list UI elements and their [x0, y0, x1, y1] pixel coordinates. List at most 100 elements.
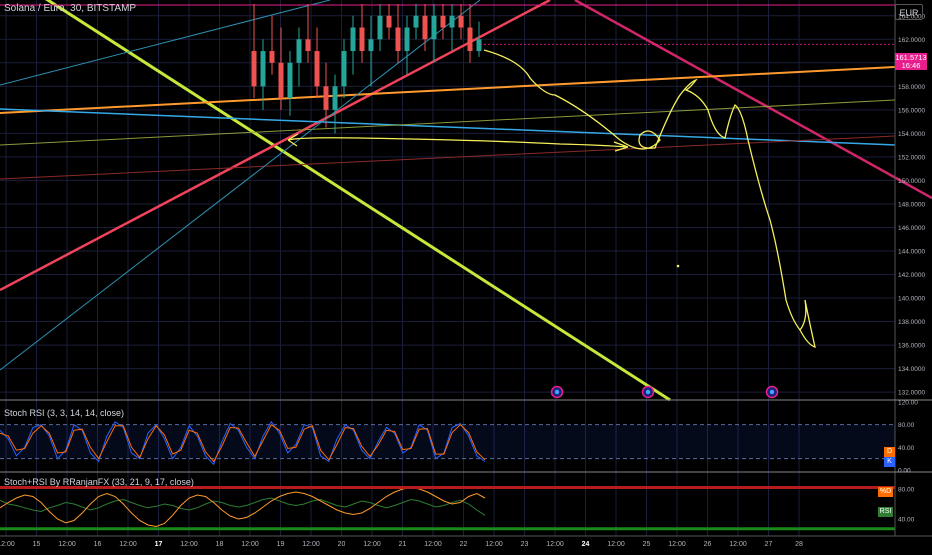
candle-body [278, 62, 284, 99]
axes: 12:00 15 12:00 16 12:00 17 12:00 18 12:00 19 12:00… [0, 0, 932, 548]
candle-body [332, 86, 338, 110]
candle-body [287, 62, 293, 99]
stoch-rsi-pane [0, 420, 895, 466]
x-tick-label: 12:00 [0, 541, 15, 548]
y-tick-label: 154.0000 [898, 131, 925, 138]
y-tick-label: 136.0000 [898, 343, 925, 350]
candle-body [467, 27, 473, 52]
indicator-band [0, 488, 895, 529]
trend-lines [0, 0, 932, 402]
trend-line-orange [0, 66, 896, 114]
y-tick-label: 158.0000 [898, 84, 925, 91]
candle-body [386, 15, 392, 28]
indicator-tick-label: 0.00 [898, 468, 911, 475]
stoch-rsi-title[interactable]: Stoch RSI (3, 3, 14, 14, close) [4, 408, 124, 418]
legend-rsi-badge: RSI [878, 507, 893, 517]
x-tick-label: 26 [704, 541, 712, 548]
indicator-tick-label: 80.00 [898, 487, 915, 494]
trend-line-crimson-falling [574, 0, 932, 200]
indicator-tick-label: 40.00 [898, 445, 915, 452]
candle-body [269, 51, 275, 63]
candle-body [359, 27, 365, 52]
y-tick-label: 140.0000 [898, 296, 925, 303]
x-tick-label: 18 [216, 541, 224, 548]
x-tick-label: 12:00 [668, 541, 686, 548]
trend-line-maroon [0, 135, 896, 180]
candle-body [341, 51, 347, 87]
y-tick-label: 142.0000 [898, 272, 925, 279]
candle-body [431, 15, 437, 40]
legend-k-badge: K [884, 457, 895, 467]
x-tick-label: 12:00 [180, 541, 198, 548]
legend-pd-badge: %D [878, 487, 893, 497]
stoch-rsi-ranjan-pane [0, 486, 895, 531]
channel-line-teal-2 [0, 0, 481, 371]
y-tick-label: 162.0000 [898, 37, 925, 44]
candle-body [296, 39, 302, 63]
x-tick-label: 12:00 [363, 541, 381, 548]
x-tick-label: 22 [460, 541, 468, 548]
x-tick-label: 15 [33, 541, 41, 548]
chart-area[interactable]: 12:00 15 12:00 16 12:00 17 12:00 18 12:00 19 12:00… [0, 0, 932, 550]
y-tick-label: 144.0000 [898, 248, 925, 255]
x-tick-label: 17 [155, 541, 163, 548]
event-marker-core [554, 389, 560, 395]
x-tick-label: 24 [582, 541, 590, 548]
projection-arrow-left [287, 133, 629, 152]
horizontal-grid [0, 15, 895, 393]
y-tick-label: 134.0000 [898, 366, 925, 373]
candle-body [260, 51, 266, 87]
candle-body [350, 27, 356, 52]
projection-dot [676, 264, 680, 268]
candle-body [422, 15, 428, 40]
y-tick-label: 138.0000 [898, 319, 925, 326]
candle-body [476, 39, 482, 52]
event-marker-core [769, 389, 775, 395]
currency-button[interactable]: EUR [895, 4, 923, 20]
chart-canvas[interactable]: 12:00 15 12:00 16 12:00 17 12:00 18 12:00 19 12:00… [0, 0, 932, 550]
candle-body [404, 27, 410, 52]
candle-body [458, 15, 464, 28]
candle-body [440, 15, 446, 28]
indicator-tick-label: 80.00 [898, 422, 915, 429]
x-tick-label: 21 [399, 541, 407, 548]
candle-body [368, 39, 374, 52]
candle-body [377, 15, 383, 40]
x-tick-label: 23 [521, 541, 529, 548]
candle-body [314, 51, 320, 87]
legend-d-badge: D [884, 447, 895, 457]
x-tick-label: 16 [94, 541, 102, 548]
candle-body [413, 15, 419, 28]
y-tick-label: 148.0000 [898, 201, 925, 208]
event-marker-core [645, 389, 651, 395]
x-tick-label: 12:00 [58, 541, 76, 548]
countdown-value: 16:46 [901, 61, 921, 70]
x-tick-label: 12:00 [424, 541, 442, 548]
projection-path-main [483, 49, 816, 348]
candle-body [449, 15, 455, 28]
x-tick-label: 12:00 [729, 541, 747, 548]
x-tick-label: 20 [338, 541, 346, 548]
x-tick-label: 25 [643, 541, 651, 548]
x-tick-label: 28 [795, 541, 803, 548]
y-tick-label: 156.0000 [898, 107, 925, 114]
support-line-lime [45, 0, 671, 402]
last-price-tag: 161.5713 16:46 [895, 53, 927, 70]
indicator-tick-label: 120.00 [898, 400, 918, 407]
x-tick-label: 12:00 [119, 541, 137, 548]
x-tick-label: 12:00 [607, 541, 625, 548]
candle-body [395, 27, 401, 52]
x-tick-label: 12:00 [241, 541, 259, 548]
y-tick-label: 146.0000 [898, 225, 925, 232]
x-tick-label: 12:00 [546, 541, 564, 548]
chart-title: Solana / Euro, 30, BITSTAMP [4, 3, 137, 14]
x-tick-label: 19 [277, 541, 285, 548]
stoch-rsi-ranjan-title[interactable]: Stoch+RSI By RRanjanFX (33, 21, 9, 17, c… [4, 477, 194, 487]
y-tick-label: 152.0000 [898, 154, 925, 161]
candle-body [323, 86, 329, 110]
candle-body [305, 39, 311, 52]
x-tick-label: 27 [765, 541, 773, 548]
candlesticks [251, 4, 895, 134]
oversold-band [0, 527, 895, 531]
y-tick-label: 132.0000 [898, 390, 925, 397]
